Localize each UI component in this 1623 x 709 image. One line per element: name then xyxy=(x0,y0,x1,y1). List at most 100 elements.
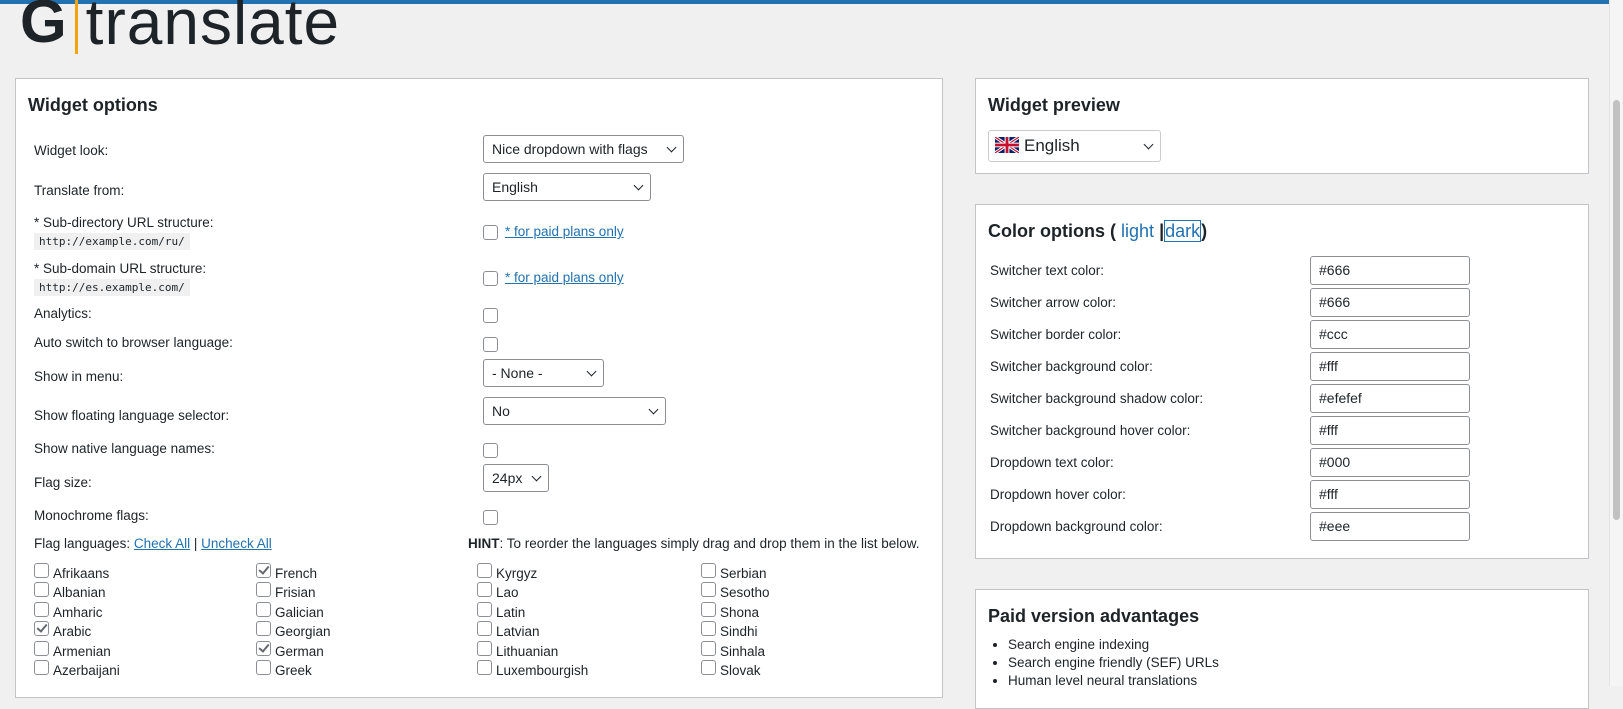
language-checkbox[interactable] xyxy=(256,582,271,597)
flag-size-label: Flag size: xyxy=(34,475,92,490)
paid-advantages-list: Search engine indexing Search engine fri… xyxy=(990,636,1219,690)
language-checkbox[interactable] xyxy=(701,602,716,617)
dark-preset-link[interactable]: dark xyxy=(1164,220,1202,242)
language-label: Armenian xyxy=(53,644,111,659)
show-in-menu-select[interactable]: - None - xyxy=(483,359,604,387)
language-label: Kyrgyz xyxy=(496,566,538,581)
subdomain-checkbox[interactable] xyxy=(483,271,498,286)
subdirectory-label: * Sub-directory URL structure: xyxy=(34,215,214,230)
color-field-label: Switcher border color: xyxy=(990,327,1122,342)
language-checkbox[interactable] xyxy=(34,621,49,636)
language-label: Latvian xyxy=(496,624,540,639)
color-field-label: Switcher background color: xyxy=(990,359,1153,374)
widget-look-select[interactable]: Nice dropdown with flags xyxy=(483,135,684,163)
chevron-down-icon xyxy=(586,366,597,377)
translate-from-label: Translate from: xyxy=(34,183,125,198)
analytics-checkbox[interactable] xyxy=(483,308,498,323)
native-names-label: Show native language names: xyxy=(34,441,215,456)
language-label: German xyxy=(275,644,324,659)
color-field-input[interactable]: #000 xyxy=(1310,448,1470,477)
language-checkbox[interactable] xyxy=(34,660,49,675)
language-checkbox[interactable] xyxy=(477,660,492,675)
hint-bold: HINT xyxy=(468,536,500,551)
widget-options-title: Widget options xyxy=(28,95,158,115)
language-checkbox[interactable] xyxy=(256,602,271,617)
language-label: Lao xyxy=(496,585,519,600)
chevron-down-icon xyxy=(531,471,542,482)
language-checkbox[interactable] xyxy=(256,641,271,656)
language-checkbox[interactable] xyxy=(701,582,716,597)
page-scrollbar[interactable] xyxy=(1609,0,1623,686)
language-label: French xyxy=(275,566,318,581)
language-label: Greek xyxy=(275,663,312,678)
language-checkbox[interactable] xyxy=(34,602,49,617)
language-checkbox[interactable] xyxy=(477,563,492,578)
color-options-panel: Color options ( light |dark) Switcher te… xyxy=(975,204,1589,559)
language-checkbox[interactable] xyxy=(256,563,271,578)
language-checkbox[interactable] xyxy=(701,641,716,656)
language-label: Sindhi xyxy=(720,624,758,639)
color-field-input[interactable]: #fff xyxy=(1310,480,1470,509)
color-field-input[interactable]: #ccc xyxy=(1310,320,1470,349)
color-field-input[interactable]: #666 xyxy=(1310,288,1470,317)
language-label: Lithuanian xyxy=(496,644,559,659)
preview-language-switcher[interactable]: English xyxy=(988,130,1161,162)
list-item: Search engine indexing xyxy=(1008,636,1219,654)
color-field-input[interactable]: #fff xyxy=(1310,352,1470,381)
show-in-menu-label: Show in menu: xyxy=(34,369,124,384)
gtranslate-logo: G translate xyxy=(20,0,340,58)
language-label: Sinhala xyxy=(720,644,766,659)
light-preset-link[interactable]: light xyxy=(1121,221,1154,241)
language-checkbox[interactable] xyxy=(477,641,492,656)
language-label: Slovak xyxy=(720,663,761,678)
subdirectory-paid-link[interactable]: * for paid plans only xyxy=(505,224,624,239)
list-item: Search engine friendly (SEF) URLs xyxy=(1008,654,1219,672)
language-checkbox[interactable] xyxy=(34,641,49,656)
flag-size-select[interactable]: 24px xyxy=(483,464,549,492)
check-all-link[interactable]: Check All xyxy=(134,536,190,551)
language-checkbox[interactable] xyxy=(701,660,716,675)
subdirectory-checkbox[interactable] xyxy=(483,225,498,240)
color-field-input[interactable]: #666 xyxy=(1310,256,1470,285)
translate-from-value: English xyxy=(492,179,538,195)
reorder-hint: HINT: To reorder the languages simply dr… xyxy=(468,536,920,551)
color-field-label: Dropdown hover color: xyxy=(990,487,1126,502)
native-names-checkbox[interactable] xyxy=(483,443,498,458)
color-field-input[interactable]: #efefef xyxy=(1310,384,1470,413)
auto-switch-checkbox[interactable] xyxy=(483,337,498,352)
language-checkbox[interactable] xyxy=(34,563,49,578)
language-label: Azerbaijani xyxy=(53,663,120,678)
language-checkbox[interactable] xyxy=(477,621,492,636)
color-field-input[interactable]: #fff xyxy=(1310,416,1470,445)
color-field-label: Switcher background hover color: xyxy=(990,423,1191,438)
chevron-down-icon xyxy=(633,180,644,191)
monochrome-label: Monochrome flags: xyxy=(34,508,149,523)
language-label: Luxembourgish xyxy=(496,663,589,678)
language-label: Albanian xyxy=(53,585,106,600)
language-checkbox[interactable] xyxy=(34,582,49,597)
language-checkbox[interactable] xyxy=(256,621,271,636)
color-field-label: Switcher arrow color: xyxy=(990,295,1117,310)
language-checkbox[interactable] xyxy=(477,602,492,617)
uncheck-all-link[interactable]: Uncheck All xyxy=(201,536,272,551)
translate-from-select[interactable]: English xyxy=(483,173,651,201)
language-label: Georgian xyxy=(275,624,331,639)
language-checkbox[interactable] xyxy=(701,563,716,578)
language-checkbox[interactable] xyxy=(701,621,716,636)
widget-look-value: Nice dropdown with flags xyxy=(492,141,648,157)
language-checkbox[interactable] xyxy=(256,660,271,675)
subdirectory-row: * Sub-directory URL structure: http://ex… xyxy=(34,215,214,250)
subdomain-paid-link[interactable]: * for paid plans only xyxy=(505,270,624,285)
list-item: Human level neural translations xyxy=(1008,672,1219,690)
language-checkbox[interactable] xyxy=(477,582,492,597)
floating-selector-select[interactable]: No xyxy=(483,397,666,425)
monochrome-checkbox[interactable] xyxy=(483,510,498,525)
scrollbar-thumb[interactable] xyxy=(1613,100,1620,520)
chevron-down-icon xyxy=(666,142,677,153)
color-field-input[interactable]: #eee xyxy=(1310,512,1470,541)
subdomain-label: * Sub-domain URL structure: xyxy=(34,261,207,276)
color-field-label: Dropdown text color: xyxy=(990,455,1114,470)
widget-options-panel: Widget options Widget look: Nice dropdow… xyxy=(15,78,943,698)
color-field-label: Switcher text color: xyxy=(990,263,1105,278)
subdirectory-example: http://example.com/ru/ xyxy=(34,233,190,250)
